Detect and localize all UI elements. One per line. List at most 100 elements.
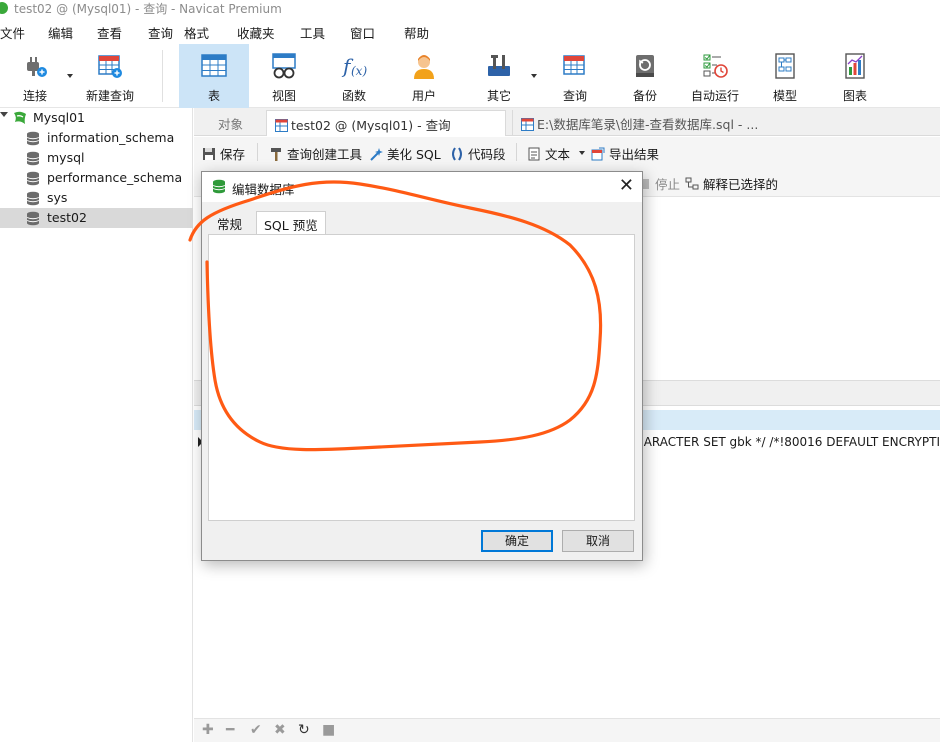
query-tab-icon: [521, 118, 534, 131]
tab-query[interactable]: test02 @ (Mysql01) - 查询: [266, 110, 506, 136]
tools-icon: [488, 55, 510, 76]
view-button[interactable]: 视图: [256, 44, 312, 108]
main-toolbar: 连接 新建查询 表 视图 f (x) 函数 用户 其它 查询 备份 自动运行 模…: [0, 44, 940, 108]
function-label: 函数: [341, 89, 366, 103]
tree-db-information-schema[interactable]: information_schema: [0, 128, 193, 148]
save-button[interactable]: 保存: [202, 144, 245, 163]
chart-button[interactable]: 图表: [827, 44, 883, 108]
hammer-icon: [271, 148, 281, 161]
menu-edit[interactable]: 编辑: [48, 23, 73, 42]
query-builder-label: 查询创建工具: [287, 147, 363, 162]
fx-icon: f (x): [341, 54, 367, 78]
dialog-title: 编辑数据库: [232, 182, 295, 197]
tab-sql-preview[interactable]: SQL 预览: [256, 211, 326, 236]
toolbar-separator: [516, 143, 517, 161]
add-record-icon[interactable]: ✚: [202, 722, 214, 738]
other-label: 其它: [486, 89, 511, 103]
magic-wand-icon: [370, 148, 383, 161]
export-grid-icon: [591, 147, 605, 161]
model-button[interactable]: 模型: [757, 44, 813, 108]
database-icon: [26, 211, 40, 226]
tab-sql-file[interactable]: E:\数据库笔录\创建-查看数据库.sql - ...: [512, 110, 770, 136]
tree-db-sys[interactable]: sys: [0, 188, 193, 208]
db-label: test02: [47, 210, 87, 225]
user-label: 用户: [411, 89, 436, 103]
explain-icon: [685, 177, 699, 190]
window-titlebar: test02 @ (Mysql01) - 查询 - Navicat Premiu…: [0, 0, 940, 18]
save-label: 保存: [220, 147, 246, 162]
stop-button[interactable]: 停止: [637, 174, 680, 193]
editor-tabs: 对象 test02 @ (Mysql01) - 查询 E:\数据库笔录\创建-查…: [194, 108, 940, 136]
plug-icon: [27, 57, 47, 77]
sql-preview-panel[interactable]: [208, 234, 635, 521]
cancel-button[interactable]: 取消: [562, 530, 634, 552]
table-grid-icon: [201, 54, 227, 77]
tab-general[interactable]: 常规: [210, 211, 249, 235]
edit-database-dialog: 编辑数据库 ✕ 常规 SQL 预览 确定 取消: [201, 171, 643, 561]
menu-file[interactable]: 文件: [0, 23, 25, 42]
menu-view[interactable]: 查看: [97, 23, 122, 42]
stop-square-icon[interactable]: ■: [322, 722, 335, 738]
ok-button[interactable]: 确定: [481, 530, 553, 552]
document-icon: [528, 147, 540, 161]
parentheses-icon: [452, 147, 462, 161]
table-label: 表: [207, 89, 220, 103]
text-dropdown-caret[interactable]: [579, 151, 585, 155]
query-button[interactable]: 查询: [547, 44, 603, 108]
query-grid-icon: [563, 55, 585, 75]
menu-help[interactable]: 帮助: [404, 23, 429, 42]
database-icon: [26, 191, 40, 206]
user-icon: [414, 55, 434, 79]
function-button[interactable]: f (x) 函数: [326, 44, 382, 108]
close-icon[interactable]: ✕: [619, 175, 634, 196]
snippet-button[interactable]: 代码段: [450, 144, 506, 163]
menu-window[interactable]: 窗口: [350, 23, 375, 42]
tree-db-mysql[interactable]: mysql: [0, 148, 193, 168]
stop-label: 停止: [655, 177, 681, 192]
text-mode-button[interactable]: 文本: [527, 144, 570, 163]
connect-dropdown-caret[interactable]: [67, 74, 73, 78]
export-results-label: 导出结果: [609, 147, 660, 162]
explain-selected-label: 解释已选择的: [703, 177, 779, 192]
menu-query[interactable]: 查询: [148, 23, 173, 42]
user-button[interactable]: 用户: [396, 44, 452, 108]
expand-chevron-icon[interactable]: [0, 112, 8, 117]
menu-bar: 文件 编辑 查看 查询 格式 收藏夹 工具 窗口 帮助: [0, 20, 940, 42]
tab-objects[interactable]: 对象: [210, 110, 251, 136]
checklist-clock-icon: [703, 54, 728, 78]
backup-button[interactable]: 备份: [617, 44, 673, 108]
new-query-label: 新建查询: [85, 89, 134, 103]
apply-check-icon[interactable]: ✔: [250, 722, 262, 738]
db-label: information_schema: [47, 130, 175, 145]
chart-icon: [845, 53, 865, 79]
discard-x-icon[interactable]: ✖: [274, 722, 286, 738]
beautify-sql-button[interactable]: 美化 SQL: [369, 144, 441, 163]
tree-db-test02[interactable]: test02: [0, 208, 193, 228]
view-label: 视图: [271, 89, 296, 103]
database-icon: [26, 171, 40, 186]
svg-text:(x): (x): [351, 64, 367, 78]
refresh-icon[interactable]: ↻: [298, 722, 310, 738]
new-query-button[interactable]: 新建查询: [82, 44, 138, 108]
query-tab-icon: [275, 119, 288, 132]
tree-connection-mysql01[interactable]: Mysql01: [0, 108, 193, 128]
menu-tools[interactable]: 工具: [300, 23, 325, 42]
database-icon: [26, 151, 40, 166]
query-builder-button[interactable]: 查询创建工具: [269, 144, 362, 163]
other-dropdown-caret[interactable]: [531, 74, 537, 78]
connect-button[interactable]: 连接: [8, 44, 62, 108]
mysql-connection-icon: [14, 111, 26, 124]
export-results-button[interactable]: 导出结果: [591, 144, 659, 163]
toolbar-separator: [162, 50, 163, 102]
menu-favorites[interactable]: 收藏夹: [237, 23, 275, 42]
other-button[interactable]: 其它: [471, 44, 527, 108]
tree-db-performance-schema[interactable]: performance_schema: [0, 168, 193, 188]
table-button[interactable]: 表: [179, 44, 249, 108]
snippet-label: 代码段: [468, 147, 506, 162]
toolbar-separator: [257, 143, 258, 161]
explain-selected-button[interactable]: 解释已选择的: [685, 174, 778, 193]
database-icon: [212, 179, 226, 194]
menu-format[interactable]: 格式: [184, 23, 209, 42]
auto-run-button[interactable]: 自动运行: [685, 44, 745, 108]
delete-record-icon[interactable]: ━: [226, 722, 234, 738]
